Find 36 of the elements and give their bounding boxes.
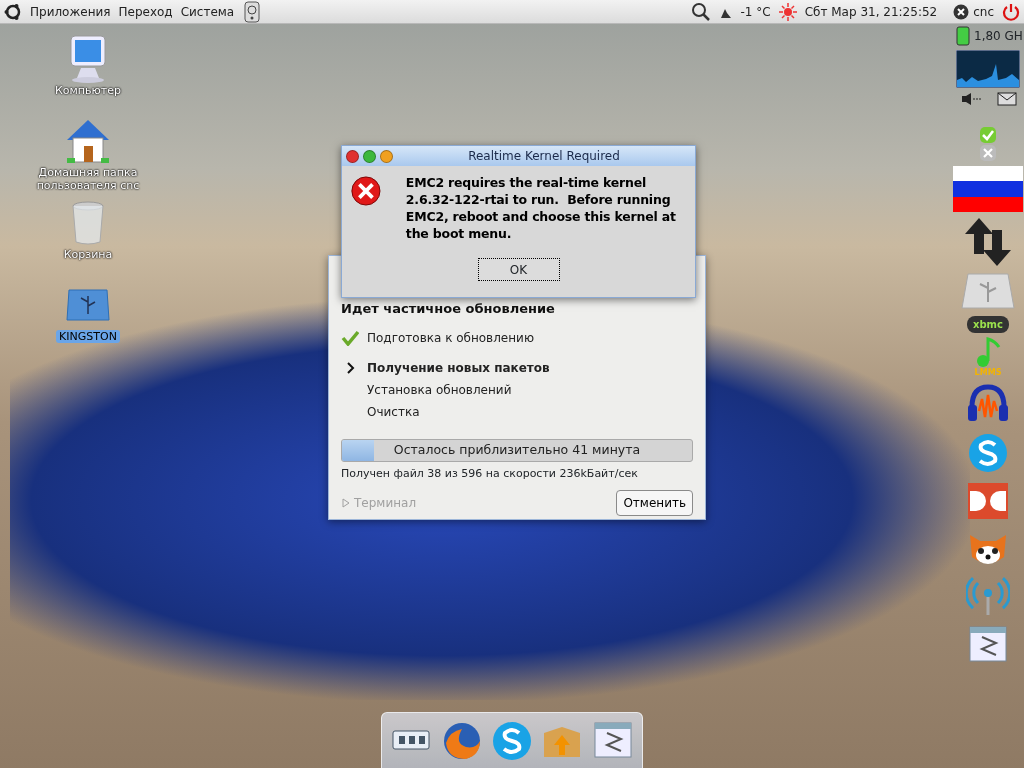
temperature-text: -1 °C [740, 3, 771, 21]
check-icon[interactable] [979, 126, 997, 144]
step-label: Получение новых пакетов [367, 359, 550, 377]
cpu-meter-icon[interactable] [956, 26, 970, 46]
network-graph-drawing [956, 50, 1020, 88]
xbmc-logo[interactable]: xbmc [967, 316, 1009, 333]
progress-text: Осталось приблизительно 41 минута [393, 440, 641, 459]
step-label: Установка обновлений [367, 381, 512, 399]
ok-button[interactable]: OK [477, 258, 560, 281]
window-title: Realtime Kernel Required [467, 148, 621, 165]
skype-icon[interactable] [966, 431, 1010, 475]
close-button[interactable] [346, 149, 359, 163]
transfer-arrows-icon[interactable] [963, 216, 1013, 268]
flag-icon[interactable] [953, 166, 1023, 212]
user-name[interactable]: cnc [973, 2, 994, 21]
desktop-icon-label[interactable]: KINGSTON [56, 330, 120, 344]
clock-text[interactable]: Сбт Мар 31, 21:25:52 [804, 2, 938, 21]
search-icon[interactable] [690, 1, 711, 22]
menu-item[interactable]: Система [180, 2, 235, 21]
mail-icon[interactable] [996, 92, 1017, 106]
section-heading: Идет частичное обновление [341, 300, 556, 318]
minimize-button[interactable] [380, 149, 393, 163]
menu-item[interactable]: Переход [118, 2, 173, 21]
maximize-button[interactable] [363, 149, 376, 163]
cancel-button[interactable]: Отменить [616, 490, 693, 516]
error-message: EMC2 requires the real-time kernel 2.6.32-122-rtai to run. Before running EMC2, reboot and choose this kernel at the boot menu. [405, 174, 677, 242]
step-label: Подготовка к обновлению [367, 329, 534, 347]
power-icon[interactable] [1002, 2, 1020, 21]
error-icon [350, 174, 382, 208]
close-icon[interactable] [953, 3, 970, 20]
step-label: Очистка [367, 403, 420, 421]
menu-item[interactable]: Приложения [30, 2, 111, 21]
cpu-frequency-text[interactable]: 1,80 GH [974, 27, 1023, 45]
sun-icon[interactable] [778, 2, 797, 21]
speaker-icon[interactable] [959, 92, 982, 106]
download-status-text: Получен файл 38 из 596 на скорости 236kБайт/сек [341, 465, 639, 482]
